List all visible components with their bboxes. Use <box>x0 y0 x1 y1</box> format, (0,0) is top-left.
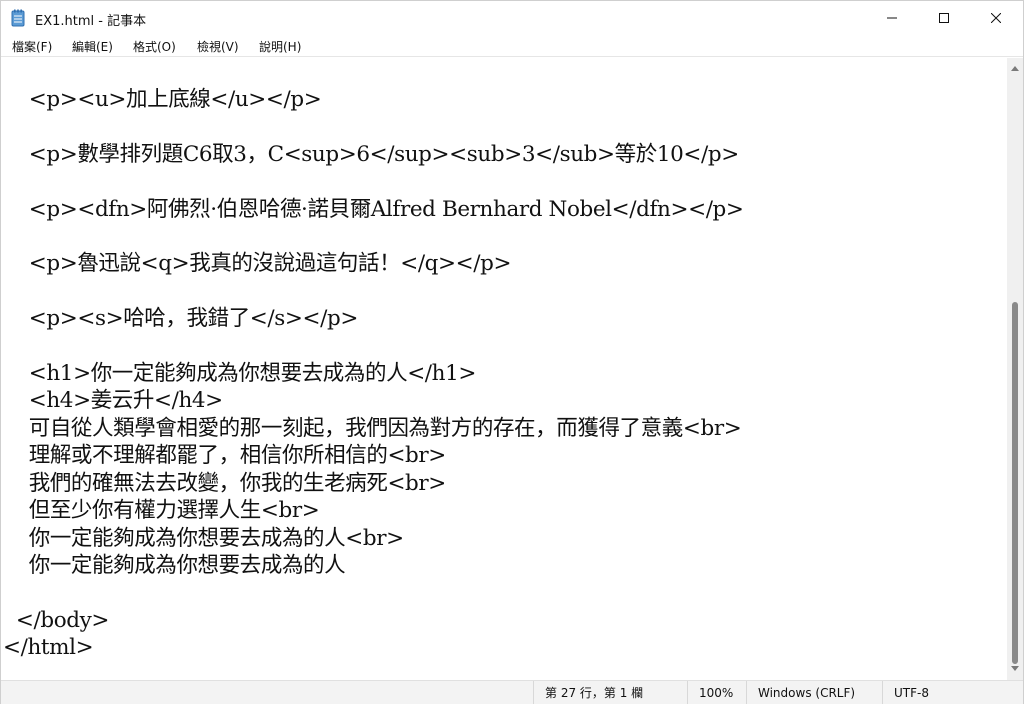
notepad-icon <box>11 9 25 27</box>
cursor-position: 第 27 行，第 1 欄 <box>533 681 687 704</box>
scroll-down-arrow-icon[interactable] <box>1011 666 1019 671</box>
title-bar[interactable]: EX1.html - 記事本 <box>1 1 1023 35</box>
notepad-window: EX1.html - 記事本 檔案(F) 編輯(E) 格式(O) 檢視(V) 說… <box>0 0 1024 704</box>
minimize-button[interactable] <box>869 1 915 35</box>
maximize-icon <box>939 13 949 23</box>
line-ending: Windows (CRLF) <box>746 681 882 704</box>
scroll-thumb[interactable] <box>1012 302 1018 664</box>
status-bar: 第 27 行，第 1 欄 100% Windows (CRLF) UTF-8 <box>1 680 1023 704</box>
menu-help[interactable]: 說明(H) <box>257 38 303 55</box>
vertical-scrollbar[interactable] <box>1007 58 1023 680</box>
menu-format[interactable]: 格式(O) <box>131 38 178 55</box>
menu-edit[interactable]: 編輯(E) <box>70 38 115 55</box>
close-button[interactable] <box>973 1 1019 35</box>
maximize-button[interactable] <box>921 1 967 35</box>
menu-file[interactable]: 檔案(F) <box>10 38 54 55</box>
minimize-icon <box>887 17 897 19</box>
zoom-level: 100% <box>687 681 746 704</box>
menu-view[interactable]: 檢視(V) <box>195 38 241 55</box>
text-editor[interactable]: <p><u>加上底線</u></p> <p>數學排列題C6取3，C<sup>6<… <box>1 58 1007 680</box>
window-title: EX1.html - 記事本 <box>35 14 147 29</box>
close-icon <box>991 13 1001 23</box>
text-encoding: UTF-8 <box>882 681 1023 704</box>
editor-content[interactable]: <p><u>加上底線</u></p> <p>數學排列題C6取3，C<sup>6<… <box>3 86 744 662</box>
menu-bar: 檔案(F) 編輯(E) 格式(O) 檢視(V) 說明(H) <box>1 35 1023 57</box>
scroll-up-arrow-icon[interactable] <box>1011 66 1019 71</box>
